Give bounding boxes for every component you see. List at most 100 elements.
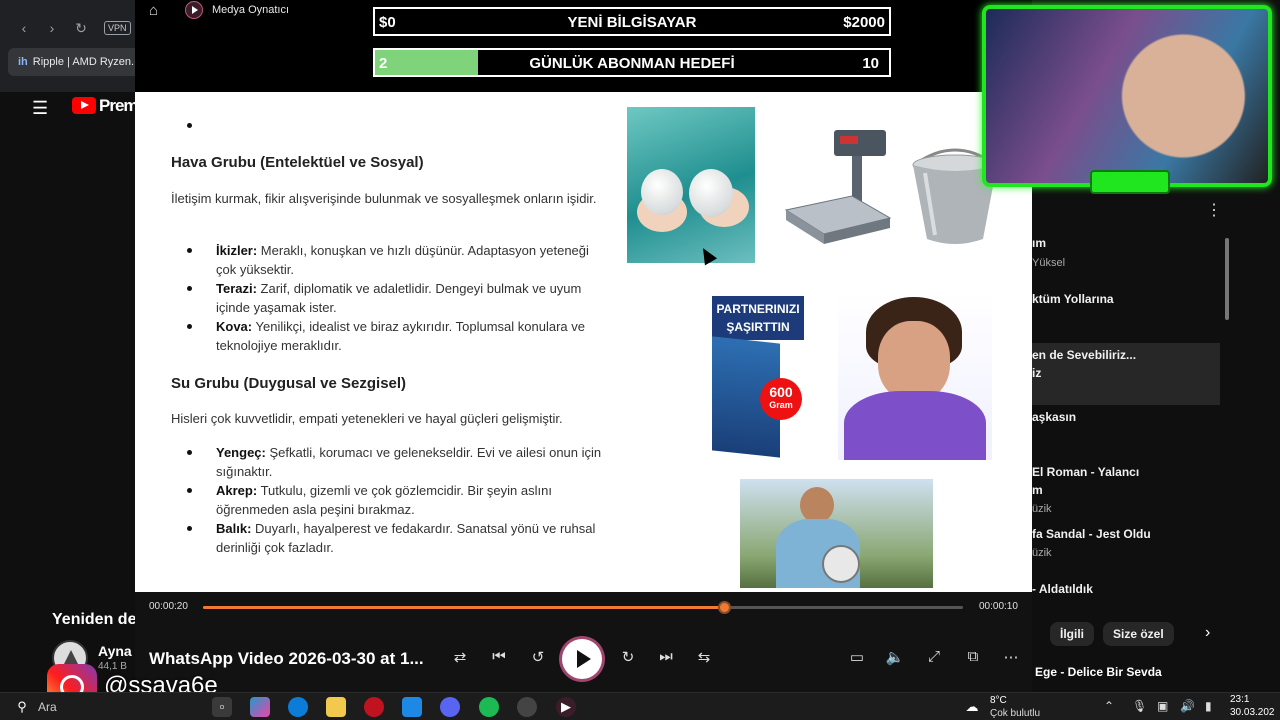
next-icon[interactable]: ⏭	[655, 648, 677, 665]
vpn-badge[interactable]: VPN	[104, 21, 131, 35]
media-player-icon	[185, 1, 203, 19]
list-item-title[interactable]: ktüm Yollarına	[1032, 292, 1114, 306]
shuffle-icon[interactable]: ⇄	[449, 648, 471, 666]
sign-desc: Zarif, diplomatik ve adaletlidir. Dengey…	[216, 281, 582, 315]
more-options-icon[interactable]: ⋮	[1206, 200, 1222, 220]
media-player-taskbar-icon[interactable]: ▶	[556, 697, 576, 717]
sign-name: Yengeç:	[216, 445, 266, 460]
display-icon[interactable]: ▣	[1157, 699, 1168, 713]
home-icon[interactable]: ⌂	[149, 2, 158, 19]
browser-toolbar: ‹ › ↻ VPN ih Ripple | AMD Ryzen...	[0, 0, 135, 92]
list-item-subtitle: üzik	[1032, 547, 1052, 559]
goal-bar-subs: 2 GÜNLÜK ABONMAN HEDEFİ 10	[373, 48, 891, 77]
weather-icon: ☁	[965, 699, 979, 714]
fullscreen-icon[interactable]: ⤢	[923, 648, 945, 665]
video-title: WhatsApp Video 2026-03-30 at 1...	[149, 649, 424, 668]
list-item-title[interactable]: ım	[1032, 236, 1046, 250]
opera-icon[interactable]	[364, 697, 384, 717]
sign-name: Terazi:	[216, 281, 257, 296]
more-options-icon[interactable]: ⋯	[1000, 648, 1022, 666]
badge-value: 600	[769, 384, 793, 400]
tab-title: Ripple | AMD Ryzen...	[32, 56, 135, 68]
list-item: İkizler: Meraklı, konuşkan ve hızlı düşü…	[216, 241, 611, 279]
task-view-icon[interactable]: ▫	[212, 697, 232, 717]
scale-photo	[782, 122, 894, 248]
clock-date[interactable]: 30.03.202	[1230, 707, 1275, 718]
weather-desc: Çok bulutlu	[990, 708, 1041, 719]
battery-icon[interactable]: ▮	[1205, 699, 1212, 713]
goal-label: GÜNLÜK ABONMAN HEDEFİ	[529, 55, 735, 72]
implants-photo	[627, 107, 755, 263]
forward-icon[interactable]: ↻	[617, 648, 639, 666]
taskbar-search[interactable]: Ara	[38, 700, 57, 714]
bullet	[187, 526, 192, 531]
scrollbar[interactable]	[1225, 238, 1229, 320]
rewind-icon[interactable]: ↺	[527, 648, 549, 666]
list-item-title[interactable]: - Aldatıldık	[1032, 582, 1093, 596]
spotify-icon[interactable]	[479, 697, 499, 717]
play-button[interactable]	[562, 639, 602, 679]
player-controls: 00:00:20 00:00:10 WhatsApp Video 2026-03…	[135, 592, 1032, 692]
volume-tray-icon[interactable]: 🔊	[1180, 699, 1195, 713]
goal-label: YENİ BİLGİSAYAR	[567, 14, 697, 31]
box-text: ŞAŞIRTTIN	[726, 320, 790, 334]
seek-handle[interactable]	[717, 601, 731, 614]
chevron-up-icon[interactable]: ⌃	[1104, 699, 1114, 713]
list-item-title[interactable]: aşkasın	[1032, 410, 1076, 424]
water-group-intro: Hisleri çok kuvvetlidir, empati yetenekl…	[171, 411, 563, 426]
list-item-subtitle: üzik	[1032, 503, 1052, 515]
search-icon[interactable]: ⚲	[12, 697, 32, 717]
bullet	[187, 248, 192, 253]
current-time: 00:00:20	[149, 601, 188, 612]
discord-icon[interactable]	[440, 697, 460, 717]
chevron-right-icon[interactable]: ›	[1205, 624, 1210, 642]
menu-icon[interactable]: ☰	[32, 98, 48, 119]
air-group-heading: Hava Grubu (Entelektüel ve Sosyal)	[171, 154, 424, 171]
seek-bar[interactable]	[203, 601, 963, 614]
clock-time[interactable]: 23:1	[1230, 694, 1249, 705]
seek-fill	[203, 606, 724, 609]
list-item-title[interactable]: en de Sevebiliriz...	[1032, 348, 1136, 362]
obs-icon[interactable]	[517, 697, 537, 717]
bullet	[187, 286, 192, 291]
repeat-icon[interactable]: ⇆	[693, 648, 715, 666]
sign-desc: Yenilikçi, idealist ve biraz aykırıdır. …	[216, 319, 585, 353]
list-item: Balık: Duyarlı, hayalperest ve fedakardı…	[216, 519, 611, 557]
file-explorer-icon[interactable]	[326, 697, 346, 717]
list-item: Terazi: Zarif, diplomatik ve adaletlidir…	[216, 279, 611, 317]
edge-icon[interactable]	[288, 697, 308, 717]
chip-related[interactable]: İlgili	[1050, 622, 1094, 646]
webcam-frame-decoration	[1090, 170, 1170, 194]
chip-for-you[interactable]: Size özel	[1103, 622, 1174, 646]
youtube-logo-icon[interactable]	[72, 97, 96, 114]
water-group-heading: Su Grubu (Duygusal ve Sezgisel)	[171, 375, 407, 392]
implant-shape	[641, 169, 683, 215]
reload-icon[interactable]: ↻	[71, 18, 91, 38]
sign-desc: Tutkulu, gizemli ve çok gözlemcidir. Bir…	[216, 483, 552, 517]
list-item-subtitle: iz	[1032, 366, 1042, 380]
back-icon[interactable]: ‹	[14, 18, 34, 38]
outlook-icon[interactable]	[402, 697, 422, 717]
list-item-title[interactable]: Ege - Delice Bir Sevda	[1035, 665, 1162, 679]
list-item-title[interactable]: fa Sandal - Jest Oldu	[1032, 527, 1151, 541]
sign-desc: Şefkatli, korumacı ve gelenekseldir. Evi…	[216, 445, 602, 479]
list-item-title[interactable]: El Roman - Yalancı	[1032, 465, 1139, 479]
youtube-header: ☰ Prem	[0, 92, 139, 120]
previous-icon[interactable]: ⏮	[488, 648, 510, 665]
sign-name: İkizler:	[216, 243, 258, 258]
microphone-icon[interactable]: 🎙	[1132, 699, 1147, 713]
miniplayer-icon[interactable]: ▭	[846, 648, 868, 666]
list-item: Akrep: Tutkulu, gizemli ve çok gözlemcid…	[216, 481, 611, 519]
man-photo	[740, 479, 933, 588]
copilot-icon[interactable]	[250, 697, 270, 717]
channel-name[interactable]: Ayna	[98, 643, 132, 659]
goal-bar-computer: $0 YENİ BİLGİSAYAR $2000	[373, 7, 891, 36]
webcam-overlay	[982, 5, 1272, 187]
weight-badge: 600 Gram	[760, 378, 802, 420]
browser-tab[interactable]: ih Ripple | AMD Ryzen...	[8, 48, 135, 76]
volume-icon[interactable]: 🔈	[884, 648, 906, 666]
cast-icon[interactable]: ⧉	[962, 648, 984, 665]
air-group-intro: İletişim kurmak, fikir alışverişinde bul…	[171, 191, 597, 206]
forward-icon[interactable]: ›	[42, 18, 62, 38]
youtube-wordmark: Prem	[99, 96, 139, 115]
